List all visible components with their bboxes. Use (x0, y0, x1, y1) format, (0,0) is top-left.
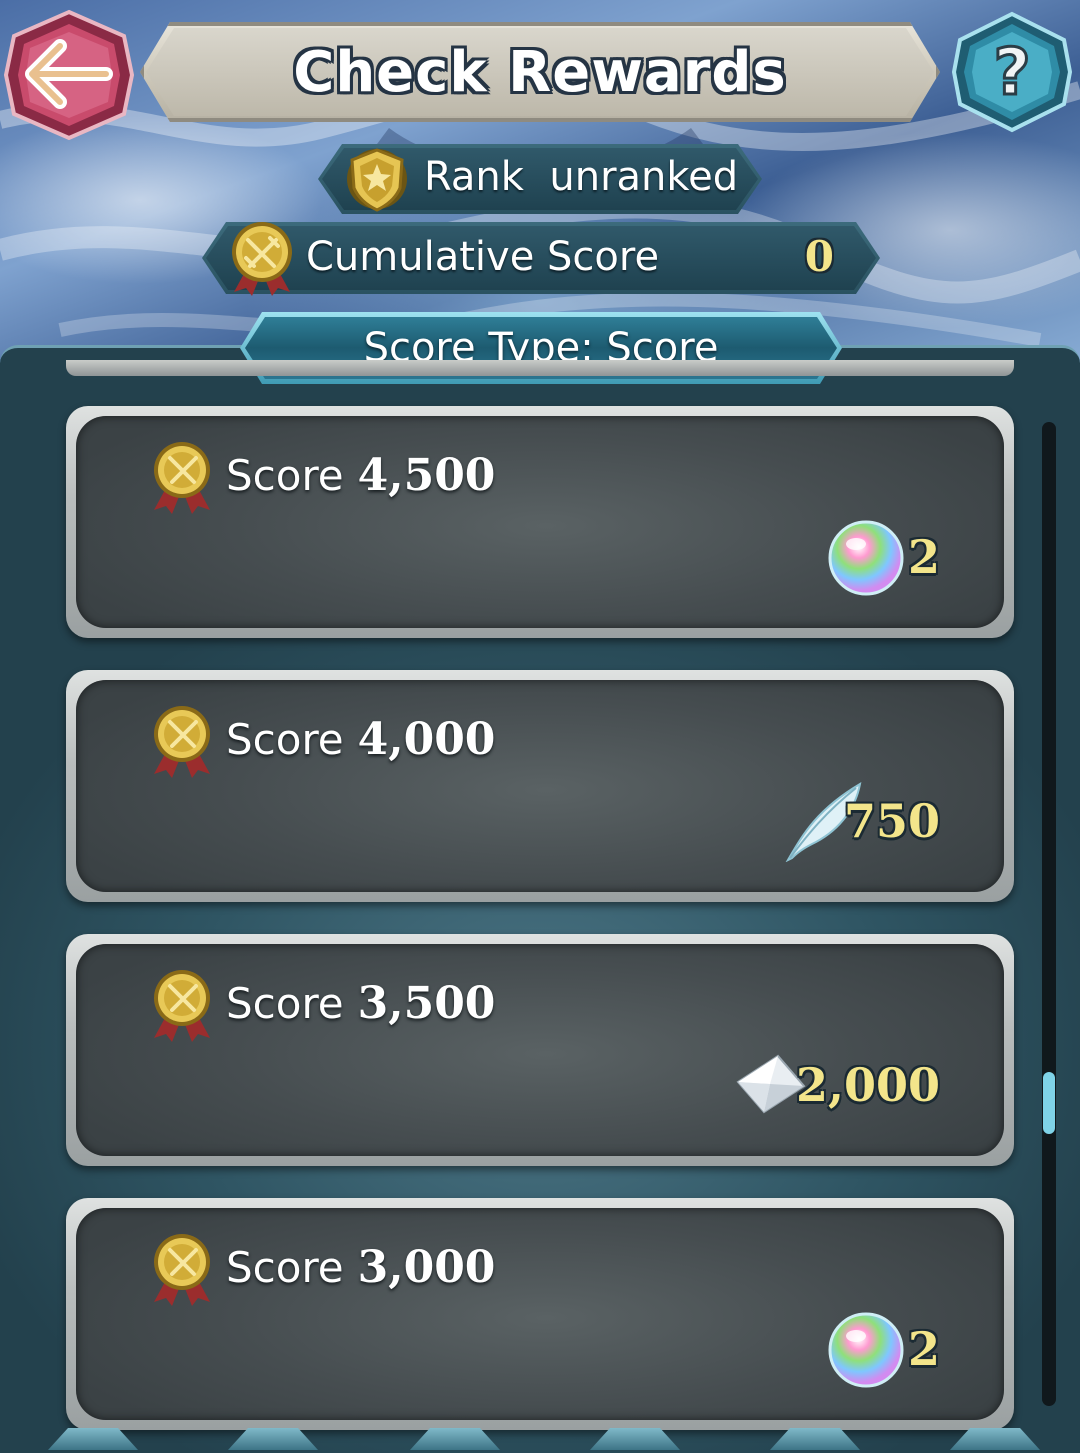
reward-card[interactable]: Score 3,000 2 (66, 1198, 1014, 1430)
reward-card[interactable]: Score 4,000 750 (66, 670, 1014, 902)
reward-card[interactable]: Score 3,500 2,000 (66, 934, 1014, 1166)
reward-quantity: 2,000 (795, 1058, 940, 1112)
page-title: Check Rewards (293, 40, 787, 105)
reward-threshold-label: Score (226, 979, 344, 1028)
header-bar: Check Rewards (140, 22, 940, 122)
back-button[interactable] (2, 8, 136, 142)
rank-text: Rank unranked (424, 154, 738, 200)
help-button[interactable]: ? (950, 10, 1074, 134)
help-label: ? (993, 36, 1030, 110)
score-medal-icon (232, 222, 292, 296)
score-medal-icon (154, 706, 210, 778)
reward-quantity: 2 (907, 530, 940, 584)
reward-threshold-label: Score (226, 451, 344, 500)
scrollbar-thumb[interactable] (1043, 1072, 1055, 1134)
reward-threshold-value: 4,000 (357, 714, 496, 765)
back-arrow-icon (3, 9, 135, 141)
reward-quantity: 750 (843, 794, 940, 848)
reward-threshold: Score 3,500 (226, 978, 495, 1029)
score-medal-icon (154, 970, 210, 1042)
scrollbar-track[interactable] (1042, 422, 1056, 1406)
rank-display: Rank unranked (318, 144, 762, 214)
reward-threshold-value: 3,000 (357, 1242, 496, 1293)
cumulative-score-display: Cumulative Score 0 (202, 222, 880, 294)
reward-threshold-value: 3,500 (357, 978, 496, 1029)
cumulative-score-value: 0 (804, 232, 834, 281)
orb-icon (828, 520, 904, 596)
cumulative-score-label: Cumulative Score (306, 234, 660, 280)
reward-threshold: Score 3,000 (226, 1242, 495, 1293)
question-mark-icon: ? (951, 11, 1073, 133)
rank-shield-icon (347, 148, 407, 212)
rank-label: Rank (424, 154, 524, 200)
score-medal-icon (154, 442, 210, 514)
reward-quantity: 2 (907, 1322, 940, 1376)
reward-card[interactable]: Score 4,500 2 (66, 406, 1014, 638)
reward-threshold: Score 4,000 (226, 714, 495, 765)
reward-threshold-label: Score (226, 715, 344, 764)
orb-icon (828, 1312, 904, 1388)
reward-threshold-label: Score (226, 1243, 344, 1292)
rank-value: unranked (549, 154, 739, 200)
reward-threshold-value: 4,500 (357, 450, 496, 501)
reward-threshold: Score 4,500 (226, 450, 495, 501)
previous-card-edge (66, 360, 1014, 376)
score-medal-icon (154, 1234, 210, 1306)
